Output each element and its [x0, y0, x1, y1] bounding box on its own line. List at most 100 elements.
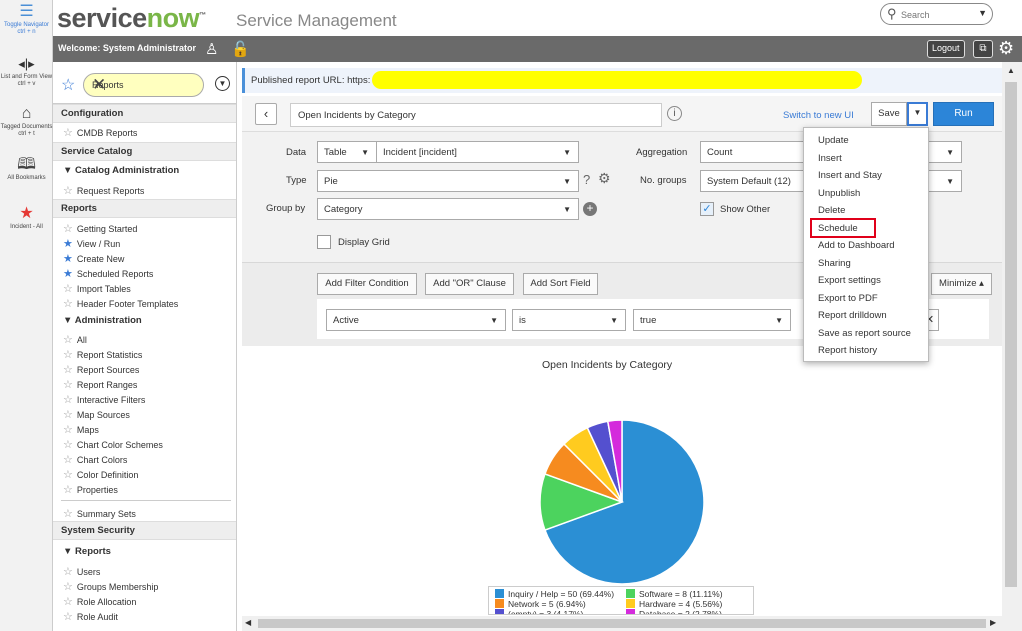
star-outline-icon[interactable]: ☆ [63, 364, 73, 376]
group-catalog-administration[interactable]: ▼ Catalog Administration [63, 165, 179, 176]
star-outline-icon[interactable]: ☆ [63, 298, 73, 310]
favorites-star-icon[interactable]: ☆ [61, 75, 75, 95]
global-search[interactable]: ⚲ ▼ [880, 3, 993, 25]
section-system-security[interactable]: System Security [53, 521, 236, 540]
minimize-button[interactable]: Minimize ▴ [931, 273, 992, 295]
star-outline-icon[interactable]: ☆ [63, 223, 73, 235]
collapse-all-icon[interactable]: ▼ [215, 76, 230, 91]
legend-item[interactable]: Hardware = 4 (5.56%) [626, 599, 722, 609]
menu-item-update[interactable]: Update [818, 135, 849, 146]
add-filter-condition-button[interactable]: Add Filter Condition [317, 273, 417, 295]
star-outline-icon[interactable]: ☆ [63, 596, 73, 608]
help-icon[interactable]: ? [583, 172, 590, 187]
toggle-navigator-button[interactable]: ☰ Toggle Navigator ctrl + n [0, 4, 53, 36]
scrollbar-thumb[interactable] [1005, 82, 1017, 587]
list-form-view-button[interactable]: ◂|▸ List and Form View ctrl + v [0, 56, 53, 88]
legend-item[interactable]: Inquiry / Help = 50 (69.44%) [495, 589, 614, 599]
nav-item-summary-sets[interactable]: ☆ Summary Sets [63, 507, 136, 520]
menu-item-save-as-report-source[interactable]: Save as report source [818, 328, 911, 339]
section-configuration[interactable]: Configuration [53, 104, 236, 123]
nav-item-color-definition[interactable]: ☆ Color Definition [63, 468, 138, 481]
save-dropdown-button[interactable]: ▼ [907, 102, 928, 126]
gear-icon[interactable]: ⚙ [998, 38, 1014, 59]
logout-button[interactable]: Logout [927, 40, 965, 58]
clear-filter-icon[interactable]: ✕ [92, 75, 198, 95]
star-outline-icon[interactable]: ☆ [63, 409, 73, 421]
nav-item-users[interactable]: ☆ Users [63, 565, 100, 578]
group-administration[interactable]: ▼ Administration [63, 315, 142, 326]
show-other-checkbox[interactable]: ✓ [700, 202, 714, 216]
gear-icon[interactable]: ⚙ [598, 170, 611, 187]
horizontal-scrollbar[interactable]: ◀ ▶ [242, 616, 1002, 631]
section-service-catalog[interactable]: Service Catalog [53, 142, 236, 161]
star-outline-icon[interactable]: ☆ [63, 185, 73, 197]
legend-item[interactable]: Software = 8 (11.11%) [626, 589, 723, 599]
menu-item-unpublish[interactable]: Unpublish [818, 188, 860, 199]
chevron-down-icon[interactable]: ▼ [978, 8, 987, 18]
star-outline-icon[interactable]: ☆ [63, 454, 73, 466]
incident-all-bookmark[interactable]: ★ Incident - All [0, 206, 53, 231]
add-group-icon[interactable]: + [583, 202, 597, 216]
nav-item-map-sources[interactable]: ☆ Map Sources [63, 408, 130, 421]
add-sort-field-button[interactable]: Add Sort Field [523, 273, 598, 295]
search-input[interactable] [901, 7, 979, 22]
star-outline-icon[interactable]: ☆ [63, 611, 73, 623]
vertical-scrollbar[interactable]: ▲ [1002, 62, 1022, 631]
nav-item-create-new[interactable]: ★ Create New [63, 252, 124, 265]
nav-item-report-statistics[interactable]: ☆ Report Statistics [63, 348, 142, 361]
navigator-filter-input[interactable]: Reports ✕ [83, 73, 204, 97]
star-outline-icon[interactable]: ☆ [63, 484, 73, 496]
star-filled-icon[interactable]: ★ [63, 253, 73, 265]
save-button[interactable]: Save [871, 102, 907, 126]
group-by-select[interactable]: Category ▼ [317, 198, 579, 220]
filter-value-select[interactable]: true ▼ [633, 309, 791, 331]
nav-item-report-sources[interactable]: ☆ Report Sources [63, 363, 139, 376]
star-outline-icon[interactable]: ☆ [63, 379, 73, 391]
scroll-right-icon[interactable]: ▶ [990, 618, 996, 627]
menu-item-export-to-pdf[interactable]: Export to PDF [818, 293, 878, 304]
filter-operator-select[interactable]: is ▼ [512, 309, 626, 331]
star-outline-icon[interactable]: ☆ [63, 439, 73, 451]
scroll-left-icon[interactable]: ◀ [245, 618, 251, 627]
scroll-up-icon[interactable]: ▲ [1007, 66, 1015, 75]
nav-item-interactive-filters[interactable]: ☆ Interactive Filters [63, 393, 145, 406]
display-grid-checkbox[interactable] [317, 235, 331, 249]
menu-item-insert[interactable]: Insert [818, 153, 842, 164]
legend-item[interactable]: Network = 5 (6.94%) [495, 599, 586, 609]
star-outline-icon[interactable]: ☆ [63, 469, 73, 481]
add-or-clause-button[interactable]: Add "OR" Clause [425, 273, 514, 295]
star-outline-icon[interactable]: ☆ [63, 349, 73, 361]
nav-item-import-tables[interactable]: ☆ Import Tables [63, 282, 131, 295]
info-icon[interactable]: i [667, 106, 682, 121]
nav-item-chart-colors[interactable]: ☆ Chart Colors [63, 453, 127, 466]
star-outline-icon[interactable]: ☆ [63, 566, 73, 578]
data-table-select[interactable]: Incident [incident] ▼ [376, 141, 579, 163]
star-outline-icon[interactable]: ☆ [63, 581, 73, 593]
nav-item-header-footer-templates[interactable]: ☆ Header Footer Templates [63, 297, 178, 310]
star-filled-icon[interactable]: ★ [63, 268, 73, 280]
star-outline-icon[interactable]: ☆ [63, 127, 73, 139]
nav-item-view-run[interactable]: ★ View / Run [63, 237, 120, 250]
all-bookmarks-button[interactable]: 🕮 All Bookmarks [0, 157, 53, 182]
nav-item-properties[interactable]: ☆ Properties [63, 483, 118, 496]
star-outline-icon[interactable]: ☆ [63, 394, 73, 406]
nav-item-report-ranges[interactable]: ☆ Report Ranges [63, 378, 137, 391]
run-button[interactable]: Run [933, 102, 994, 126]
nav-item-role-allocation[interactable]: ☆ Role Allocation [63, 595, 136, 608]
filter-field-select[interactable]: Active ▼ [326, 309, 506, 331]
scrollbar-thumb[interactable] [258, 619, 986, 628]
menu-item-report-history[interactable]: Report history [818, 345, 877, 356]
lock-icon[interactable]: 🔓 [231, 40, 250, 58]
nav-item-getting-started[interactable]: ☆ Getting Started [63, 222, 137, 235]
star-outline-icon[interactable]: ☆ [63, 283, 73, 295]
nav-item-chart-color-schemes[interactable]: ☆ Chart Color Schemes [63, 438, 163, 451]
section-reports[interactable]: Reports [53, 199, 236, 218]
group-security-reports[interactable]: ▼ Reports [63, 546, 111, 557]
menu-item-sharing[interactable]: Sharing [818, 258, 851, 269]
star-filled-icon[interactable]: ★ [63, 238, 73, 250]
nav-item-maps[interactable]: ☆ Maps [63, 423, 99, 436]
type-select[interactable]: Pie ▼ [317, 170, 579, 192]
user-impersonate-icon[interactable]: ♙ [205, 40, 218, 58]
menu-item-schedule[interactable]: Schedule [818, 223, 858, 234]
star-outline-icon[interactable]: ☆ [63, 508, 73, 520]
